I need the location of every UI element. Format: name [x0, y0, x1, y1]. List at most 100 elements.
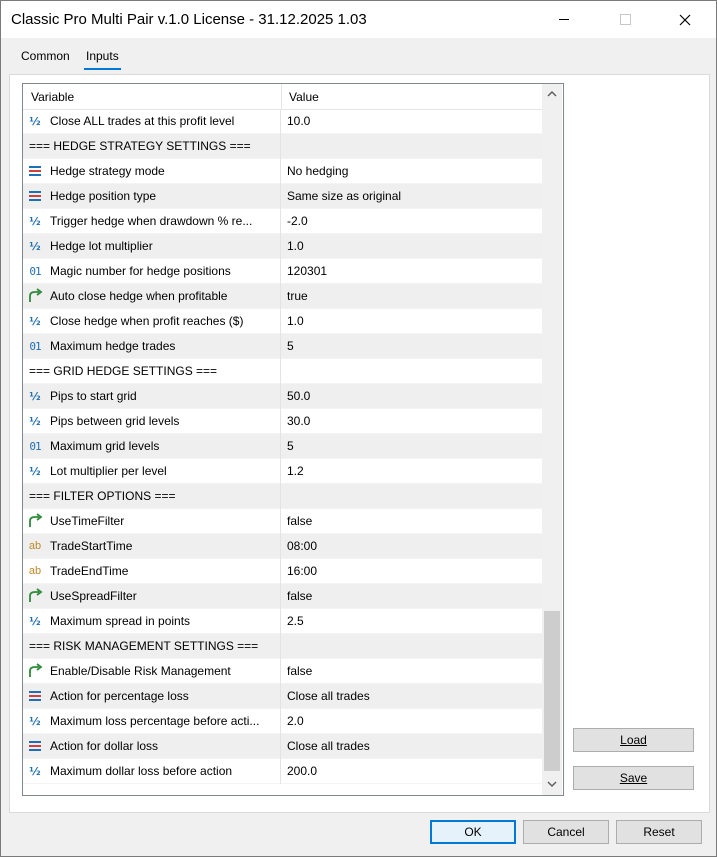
table-row[interactable]: ½ Pips between grid levels 30.0 [23, 409, 542, 434]
value-cell[interactable]: 120301 [287, 259, 327, 284]
chevron-up-icon [547, 90, 557, 97]
value-cell[interactable]: 1.0 [287, 234, 304, 259]
scroll-down-arrow[interactable] [542, 774, 562, 794]
value-cell[interactable]: 08:00 [287, 534, 317, 559]
fraction-icon: ½ [29, 714, 41, 728]
enum-list-icon [27, 738, 43, 754]
table-row[interactable]: ½ Pips to start grid 50.0 [23, 384, 542, 409]
section-header-row[interactable]: === HEDGE STRATEGY SETTINGS === [23, 134, 542, 159]
variable-cell: ½ Lot multiplier per level [23, 459, 281, 484]
scroll-up-arrow[interactable] [542, 84, 562, 104]
table-row[interactable]: 01 Maximum grid levels 5 [23, 434, 542, 459]
table-row[interactable]: ½ Hedge lot multiplier 1.0 [23, 234, 542, 259]
table-row[interactable]: 01 Magic number for hedge positions 120301 [23, 259, 542, 284]
ok-button[interactable]: OK [430, 820, 516, 844]
value-cell[interactable]: 16:00 [287, 559, 317, 584]
integer-icon: 01 [29, 264, 41, 278]
column-header-variable[interactable]: Variable [31, 84, 74, 109]
table-row[interactable]: Hedge position type Same size as original [23, 184, 542, 209]
load-button[interactable]: Load [573, 728, 694, 752]
value-cell[interactable]: 2.5 [287, 609, 304, 634]
variable-cell: === GRID HEDGE SETTINGS === [23, 359, 281, 384]
variable-name: Maximum dollar loss before action [50, 764, 233, 778]
chevron-down-icon [547, 781, 557, 788]
value-cell[interactable]: No hedging [287, 159, 348, 184]
boolean-arrow-icon [27, 663, 43, 679]
value-cell[interactable]: 1.2 [287, 459, 304, 484]
load-button-label: Load [620, 733, 647, 747]
value-cell[interactable]: -2.0 [287, 209, 308, 234]
section-header-row[interactable]: === RISK MANAGEMENT SETTINGS === [23, 634, 542, 659]
value-cell[interactable]: Close all trades [287, 684, 370, 709]
value-cell[interactable]: Close all trades [287, 734, 370, 759]
value-cell[interactable]: false [287, 659, 312, 684]
table-row[interactable]: Auto close hedge when profitable true [23, 284, 542, 309]
column-separator[interactable] [281, 84, 282, 109]
vertical-scrollbar[interactable] [542, 84, 562, 795]
variable-name: Magic number for hedge positions [50, 264, 231, 278]
tab-inputs[interactable]: Inputs [84, 49, 121, 70]
section-header-row[interactable]: === GRID HEDGE SETTINGS === [23, 359, 542, 384]
table-row[interactable]: ½ Trigger hedge when drawdown % re... -2.0 [23, 209, 542, 234]
table-row[interactable]: ab TradeEndTime 16:00 [23, 559, 542, 584]
maximize-icon [619, 14, 631, 25]
table-row[interactable]: ½ Maximum loss percentage before acti... 2… [23, 709, 542, 734]
variable-cell: UseTimeFilter [23, 509, 281, 534]
variable-name: Lot multiplier per level [50, 464, 167, 478]
tab-inputs-label: Inputs [86, 49, 119, 63]
table-row[interactable]: 01 Maximum hedge trades 5 [23, 334, 542, 359]
value-cell[interactable]: 1.0 [287, 309, 304, 334]
value-cell[interactable]: 200.0 [287, 759, 317, 784]
fraction-icon: ½ [29, 314, 41, 328]
variable-cell: ½ Maximum loss percentage before acti... [23, 709, 281, 734]
value-cell[interactable]: 5 [287, 334, 294, 359]
variable-name: TradeStartTime [50, 539, 133, 553]
value-cell[interactable]: 5 [287, 434, 294, 459]
variable-cell: Hedge strategy mode [23, 159, 281, 184]
variable-name: Maximum spread in points [50, 614, 191, 628]
value-cell[interactable]: Same size as original [287, 184, 401, 209]
table-row[interactable]: ½ Close ALL trades at this profit level 10… [23, 109, 542, 134]
variable-name: Trigger hedge when drawdown % re... [50, 214, 253, 228]
table-row[interactable]: UseSpreadFilter false [23, 584, 542, 609]
table-row[interactable]: Enable/Disable Risk Management false [23, 659, 542, 684]
column-header-value[interactable]: Value [289, 84, 319, 109]
value-cell[interactable]: 50.0 [287, 384, 310, 409]
value-cell[interactable]: false [287, 584, 312, 609]
table-row[interactable]: ab TradeStartTime 08:00 [23, 534, 542, 559]
value-cell[interactable]: false [287, 509, 312, 534]
save-button[interactable]: Save [573, 766, 694, 790]
table-row[interactable]: ½ Close hedge when profit reaches ($) 1.0 [23, 309, 542, 334]
value-cell[interactable]: 30.0 [287, 409, 310, 434]
table-row[interactable]: ½ Maximum dollar loss before action 200.0 [23, 759, 542, 784]
variable-cell: Action for percentage loss [23, 684, 281, 709]
table-row[interactable]: ½ Lot multiplier per level 1.2 [23, 459, 542, 484]
string-ab-icon: ab [28, 565, 42, 577]
value-cell[interactable]: 10.0 [287, 109, 310, 134]
boolean-arrow-icon [27, 588, 43, 604]
variable-name: Maximum grid levels [50, 439, 160, 453]
value-cell[interactable]: 2.0 [287, 709, 304, 734]
variable-cell: ab TradeEndTime [23, 559, 281, 584]
close-button[interactable] [662, 1, 708, 38]
table-row[interactable]: Hedge strategy mode No hedging [23, 159, 542, 184]
cancel-button[interactable]: Cancel [523, 820, 609, 844]
variable-cell: ½ Hedge lot multiplier [23, 234, 281, 259]
tab-common[interactable]: Common [19, 49, 72, 63]
grid-header: Variable Value [23, 84, 542, 110]
table-row[interactable]: UseTimeFilter false [23, 509, 542, 534]
scrollbar-thumb[interactable] [544, 611, 560, 771]
table-row[interactable]: Action for dollar loss Close all trades [23, 734, 542, 759]
section-header-row[interactable]: === FILTER OPTIONS === [23, 484, 542, 509]
minimize-button[interactable] [541, 1, 587, 38]
table-row[interactable]: Action for percentage loss Close all trad… [23, 684, 542, 709]
table-row[interactable]: ½ Maximum spread in points 2.5 [23, 609, 542, 634]
boolean-arrow-icon [27, 513, 43, 529]
reset-button[interactable]: Reset [616, 820, 702, 844]
variable-name: Hedge strategy mode [50, 164, 165, 178]
variable-name: Action for dollar loss [50, 739, 159, 753]
value-cell[interactable]: true [287, 284, 308, 309]
integer-icon: 01 [29, 339, 41, 353]
variable-cell: Hedge position type [23, 184, 281, 209]
minimize-icon [559, 19, 569, 20]
